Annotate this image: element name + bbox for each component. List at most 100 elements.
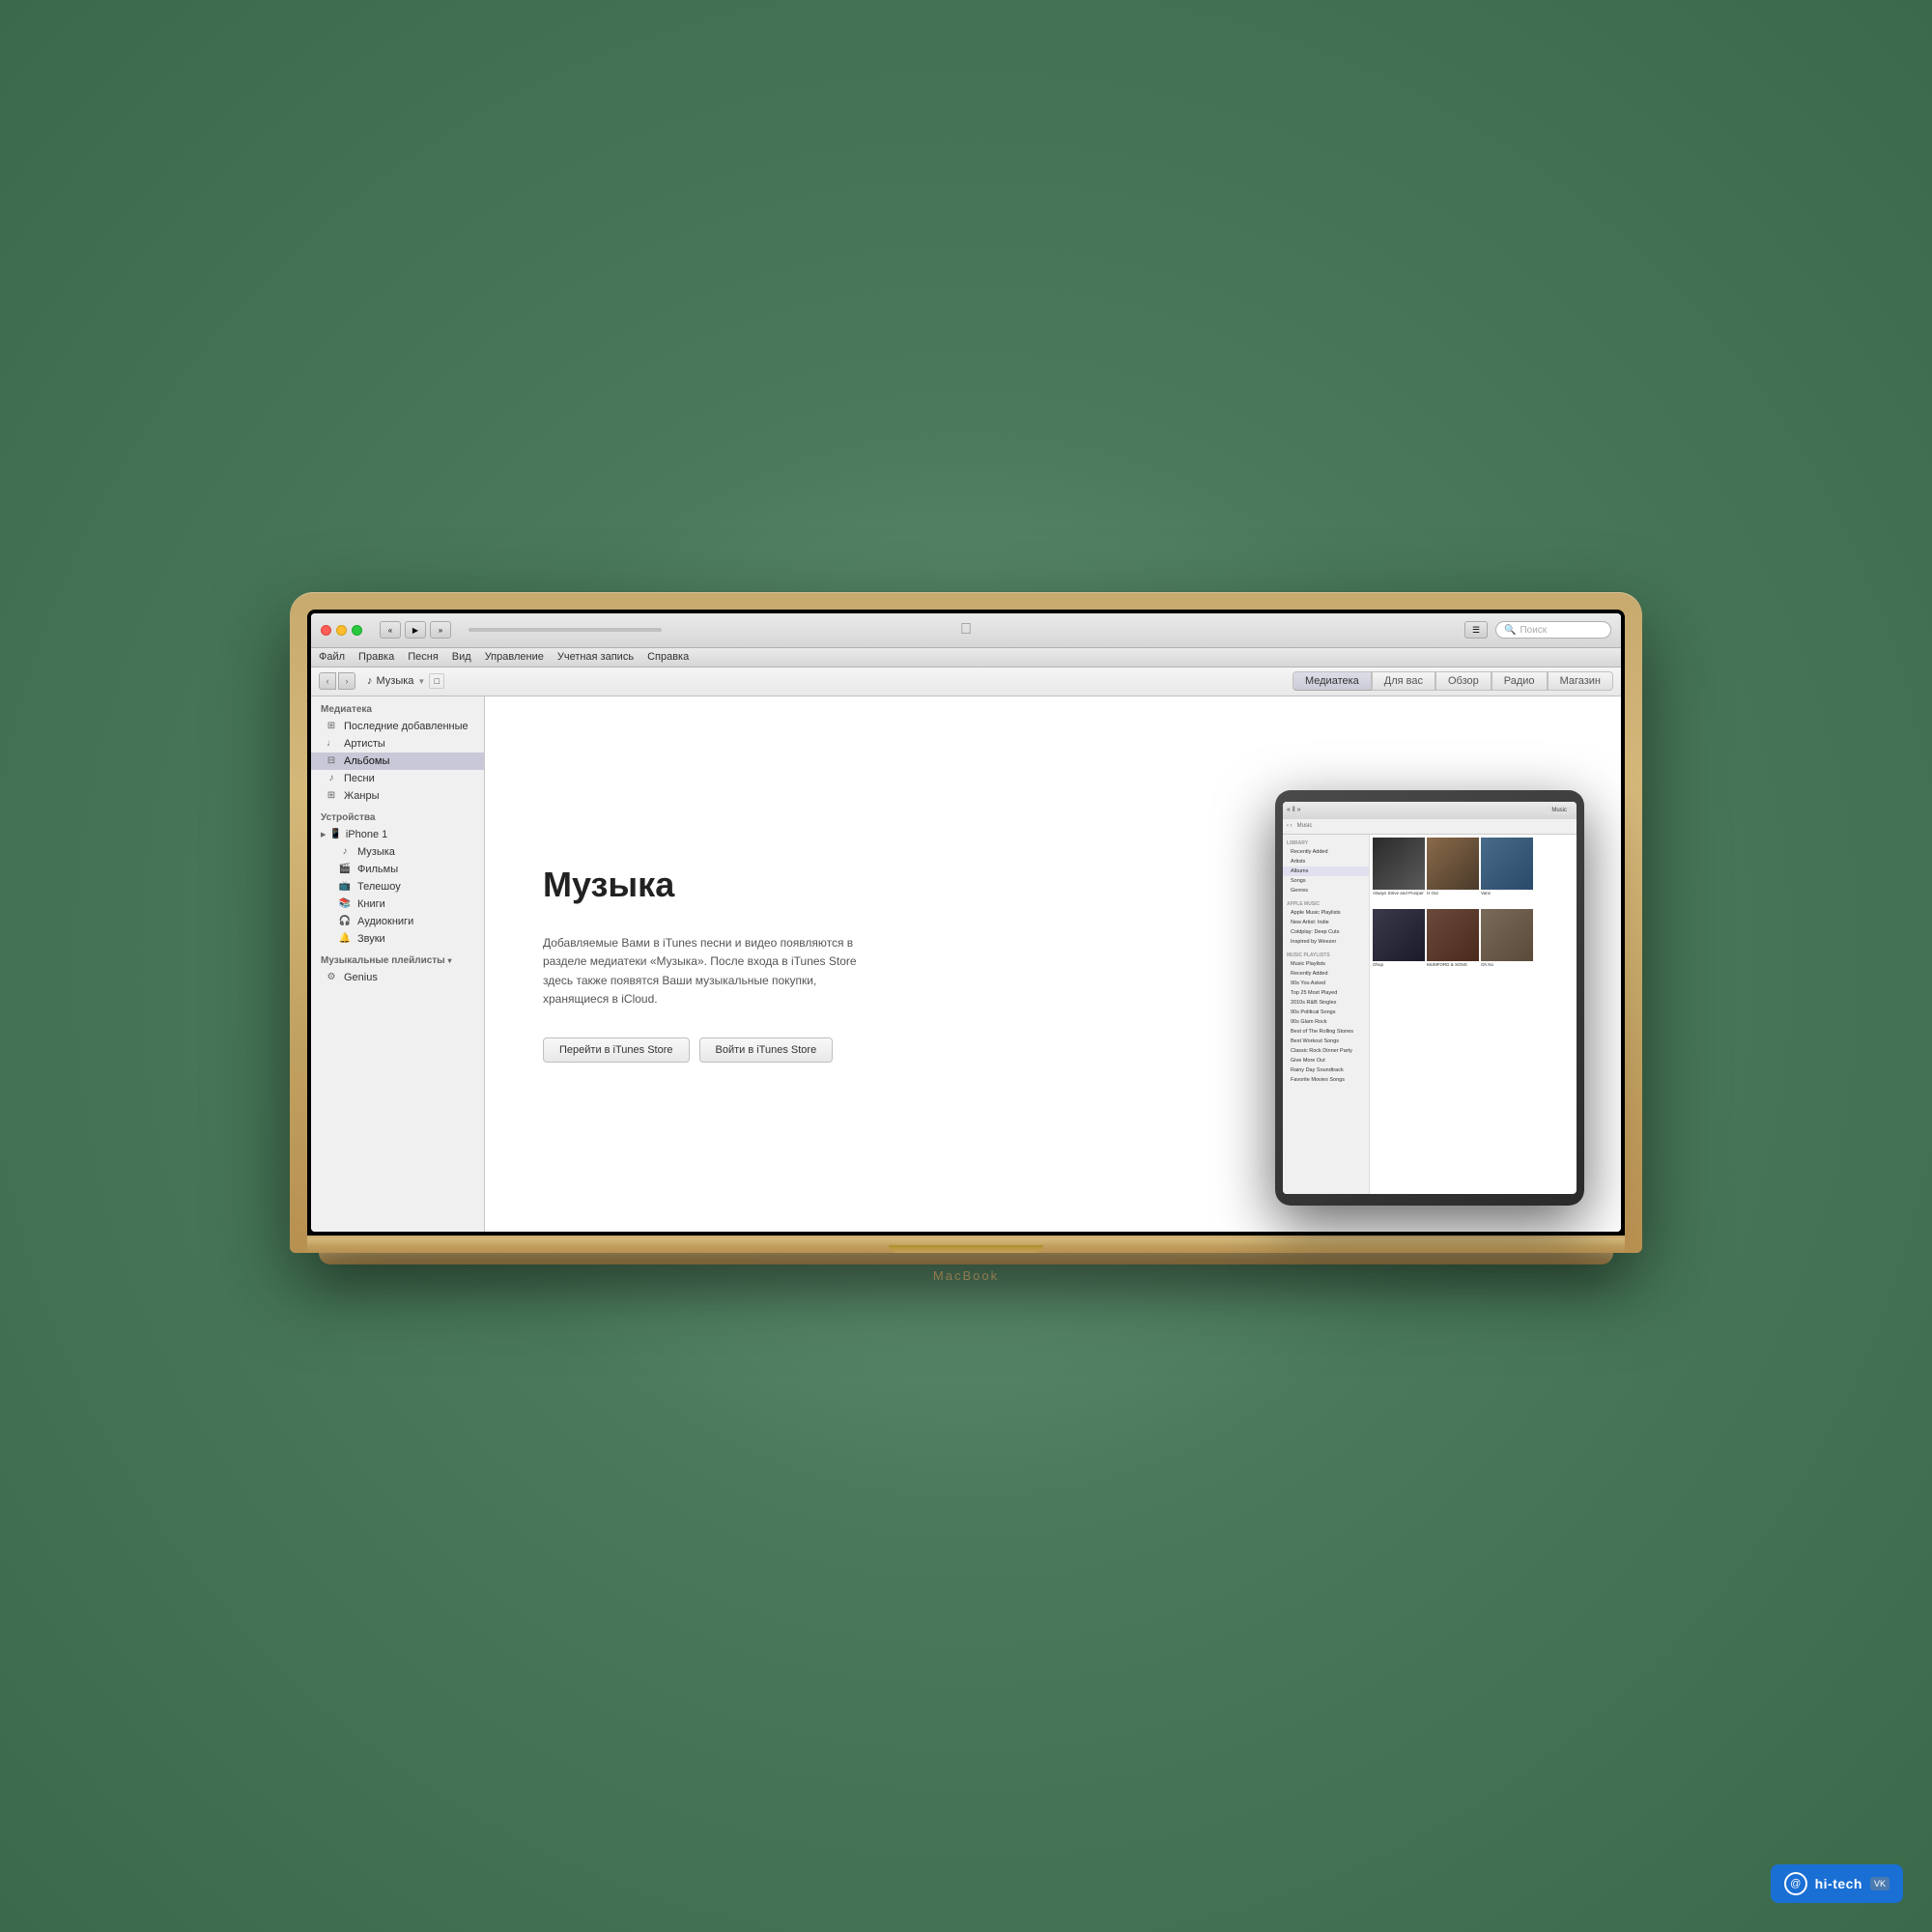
nav-forward-button[interactable]: ›: [338, 672, 355, 690]
ipad-album-3[interactable]: Ohup: [1373, 909, 1425, 979]
ipad-sidebar-rnb[interactable]: 2010s R&B Singles: [1283, 998, 1369, 1008]
minimize-button[interactable]: [336, 625, 347, 636]
goto-itunes-store-button[interactable]: Перейти в iTunes Store: [543, 1037, 690, 1063]
ipad-album-1[interactable]: H Out: [1427, 838, 1479, 907]
ipad-album-title-4: MUMFORD & SONS: [1427, 961, 1479, 968]
ipad-album-cover-3: [1373, 909, 1425, 961]
close-button[interactable]: [321, 625, 331, 636]
ipad-sidebar-workout[interactable]: Best Workout Songs: [1283, 1037, 1369, 1046]
books-icon: 📚: [338, 898, 352, 909]
macbook-hinge: [889, 1245, 1043, 1253]
nav-dropdown-icon[interactable]: ▼: [417, 677, 425, 686]
apple-logo-icon: : [960, 621, 972, 639]
ipad-transport: « ‖ »: [1287, 807, 1301, 813]
sidebar-item-recent[interactable]: ⊞ Последние добавленные: [311, 718, 484, 735]
ipad-sidebar-aplaylists[interactable]: Apple Music Playlists: [1283, 908, 1369, 918]
albums-icon: ⊟: [325, 755, 338, 766]
right-controls: ☰ 🔍 Поиск: [1464, 621, 1611, 639]
music-device-icon: ♪: [338, 846, 352, 857]
window-controls: [321, 625, 362, 636]
tab-store[interactable]: Магазин: [1548, 671, 1613, 691]
ipad-album-cover-0: [1373, 838, 1425, 890]
tab-library[interactable]: Медиатека: [1293, 671, 1372, 691]
ipad-sidebar-albums[interactable]: Albums: [1283, 867, 1369, 876]
menu-view[interactable]: Вид: [452, 651, 471, 663]
ipad-album-5[interactable]: Oh No: [1481, 909, 1533, 979]
search-box[interactable]: 🔍 Поиск: [1495, 621, 1611, 639]
tab-foryou[interactable]: Для вас: [1372, 671, 1435, 691]
menu-account[interactable]: Учетная запись: [557, 651, 634, 663]
music-label-nav: ♪ Музыка ▼ □: [367, 673, 444, 689]
play-button[interactable]: ▶: [405, 621, 426, 639]
ipad-album-2[interactable]: Vans: [1481, 838, 1533, 907]
ipad-sidebar-songs[interactable]: Songs: [1283, 876, 1369, 886]
ipad-sidebar-90s[interactable]: 90s You Asked: [1283, 979, 1369, 988]
list-view-button[interactable]: ☰: [1464, 621, 1488, 639]
ipad-sidebar-rainy[interactable]: Rainy Day Soundtrack: [1283, 1065, 1369, 1075]
macbook-base: [307, 1236, 1625, 1253]
page-title: Музыка: [543, 865, 674, 905]
sidebar-item-sounds[interactable]: 🔔 Звуки: [311, 930, 484, 948]
ipad-sidebar-playlists[interactable]: Music Playlists: [1283, 959, 1369, 969]
movies-icon: 🎬: [338, 864, 352, 874]
menu-song[interactable]: Песня: [408, 651, 439, 663]
ipad-sidebar-top25[interactable]: Top 25 Most Played: [1283, 988, 1369, 998]
ipad-sidebar-recently-added[interactable]: Recently Added: [1283, 847, 1369, 857]
ipad-sidebar-coldplay[interactable]: Coldplay: Deep Cuts: [1283, 927, 1369, 937]
ipad-sidebar-weezer[interactable]: Inspired by Weezer: [1283, 937, 1369, 947]
next-button[interactable]: »: [430, 621, 451, 639]
vk-badge[interactable]: VK: [1870, 1877, 1889, 1890]
sidebar-item-tvshows[interactable]: 📺 Телешоу: [311, 878, 484, 895]
sidebar-item-books[interactable]: 📚 Книги: [311, 895, 484, 913]
sidebar-item-artists[interactable]: ♩ Артисты: [311, 735, 484, 753]
ipad-album-cover-4: [1427, 909, 1479, 961]
ipad-sidebar-section-library: LIBRARY: [1283, 838, 1369, 847]
genres-icon: ⊞: [325, 790, 338, 801]
tab-radio[interactable]: Радио: [1492, 671, 1548, 691]
prev-button[interactable]: «: [380, 621, 401, 639]
ipad-sidebar-rec-added[interactable]: Recently Added: [1283, 969, 1369, 979]
ipad-sidebar-genres[interactable]: Genres: [1283, 886, 1369, 895]
sounds-icon: 🔔: [338, 933, 352, 944]
title-bar: « ▶ »  ☰ 🔍 Поиск: [311, 613, 1621, 648]
search-icon: 🔍: [1504, 625, 1516, 636]
ipad-sidebar-political[interactable]: 90s Political Songs: [1283, 1008, 1369, 1017]
menu-edit[interactable]: Правка: [358, 651, 394, 663]
ipad-content: Always Strive and Prosper H Out Vans: [1370, 835, 1577, 1194]
ipad-sidebar-rock-dinner[interactable]: Classic Rock Dinner Party: [1283, 1046, 1369, 1056]
ipad-sidebar-give[interactable]: Give More Out: [1283, 1056, 1369, 1065]
progress-bar[interactable]: [469, 628, 662, 632]
sidebar: Медиатека ⊞ Последние добавленные ♩ Арти…: [311, 696, 485, 1232]
ipad-album-0[interactable]: Always Strive and Prosper: [1373, 838, 1425, 907]
sidebar-item-genres[interactable]: ⊞ Жанры: [311, 787, 484, 805]
login-itunes-store-button[interactable]: Войти в iTunes Store: [699, 1037, 834, 1063]
music-note-icon: ♪: [367, 675, 373, 687]
ipad-sidebar-newindie[interactable]: New Artist: Indie: [1283, 918, 1369, 927]
sidebar-item-audiobooks[interactable]: 🎧 Аудиокниги: [311, 913, 484, 930]
nav-back-button[interactable]: ‹: [319, 672, 336, 690]
sidebar-item-movies[interactable]: 🎬 Фильмы: [311, 861, 484, 878]
maximize-button[interactable]: [352, 625, 362, 636]
ipad-sidebar-glam[interactable]: 90s Glam Rock: [1283, 1017, 1369, 1027]
ipad-album-title-3: Ohup: [1373, 961, 1425, 968]
ipad-sidebar-rolling[interactable]: Best of The Rolling Stones: [1283, 1027, 1369, 1037]
tvshows-icon: 📺: [338, 881, 352, 892]
sidebar-item-iphone[interactable]: ▶ 📱 iPhone 1: [311, 826, 484, 843]
device-triangle-icon: ▶: [321, 831, 326, 838]
menu-bar: Файл Правка Песня Вид Управление Учетная…: [311, 648, 1621, 668]
menu-help[interactable]: Справка: [647, 651, 689, 663]
ipad-album-4[interactable]: MUMFORD & SONS: [1427, 909, 1479, 979]
ipad-sidebar-artists[interactable]: Artists: [1283, 857, 1369, 867]
sidebar-item-genius[interactable]: ⚙ Genius: [311, 969, 484, 986]
ipad-sidebar-movies-songs[interactable]: Favorite Movies Songs: [1283, 1075, 1369, 1085]
recent-icon: ⊞: [325, 721, 338, 731]
audiobooks-icon: 🎧: [338, 916, 352, 926]
tab-browse[interactable]: Обзор: [1435, 671, 1492, 691]
sidebar-section-library: Медиатека: [311, 696, 484, 718]
ipad-main: LIBRARY Recently Added Artists Albums So…: [1283, 835, 1577, 1194]
sidebar-item-music-device[interactable]: ♪ Музыка: [311, 843, 484, 861]
sidebar-item-songs[interactable]: ♪ Песни: [311, 770, 484, 787]
menu-control[interactable]: Управление: [485, 651, 544, 663]
sidebar-item-albums[interactable]: ⊟ Альбомы: [311, 753, 484, 770]
menu-file[interactable]: Файл: [319, 651, 345, 663]
